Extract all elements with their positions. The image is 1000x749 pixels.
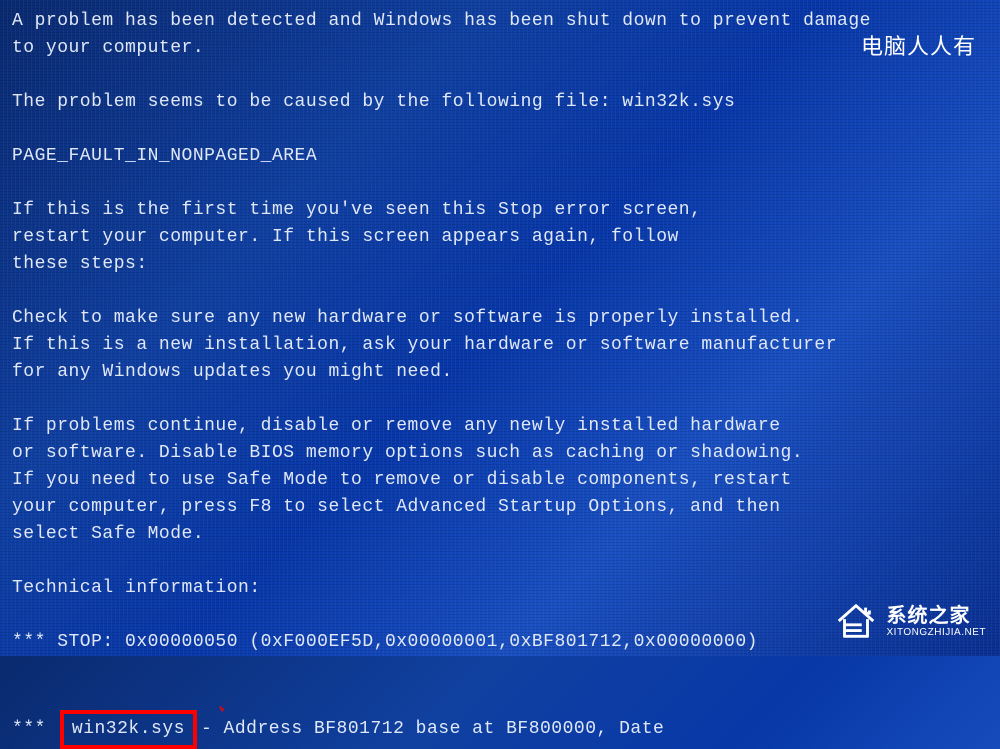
bsod-error-code: PAGE_FAULT_IN_NONPAGED_AREA (12, 143, 988, 170)
watermark-sub: XITONGZHIJIA.NET (887, 627, 987, 638)
bsod-problems-2: or software. Disable BIOS memory options… (12, 440, 988, 467)
bsod-firsttime-3: these steps: (12, 251, 988, 278)
watermark-bottom: 系统之家 XITONGZHIJIA.NET (833, 598, 987, 644)
bsod-problems-4: your computer, press F8 to select Advanc… (12, 494, 988, 521)
bsod-check-3: for any Windows updates you might need. (12, 359, 988, 386)
bsod-check-1: Check to make sure any new hardware or s… (12, 305, 988, 332)
bsod-problems-5: select Safe Mode. (12, 521, 988, 548)
bsod-firsttime-1: If this is the first time you've seen th… (12, 197, 988, 224)
bsod-driver-row: *** win32k.sys - Address BF801712 base a… (12, 710, 988, 749)
driver-file-text: win32k.sys (72, 719, 185, 739)
bsod-header-2: to your computer. (12, 35, 988, 62)
driver-address-text: - Address BF801712 base at BF800000, Dat… (201, 716, 664, 743)
watermark-main: 系统之家 (887, 605, 987, 627)
bsod-problems-3: If you need to use Safe Mode to remove o… (12, 467, 988, 494)
bsod-driver-stars: *** (12, 716, 46, 743)
bsod-firsttime-2: restart your computer. If this screen ap… (12, 224, 988, 251)
highlighted-driver-file: win32k.sys (60, 710, 197, 749)
house-logo-icon (833, 598, 879, 644)
watermark-text-block: 系统之家 XITONGZHIJIA.NET (887, 605, 987, 638)
bsod-check-2: If this is a new installation, ask your … (12, 332, 988, 359)
bsod-cause: The problem seems to be caused by the fo… (12, 89, 988, 116)
bsod-header-1: A problem has been detected and Windows … (12, 8, 988, 35)
watermark-top: 电脑人人有 (861, 30, 976, 63)
arrow-icon (217, 692, 235, 714)
bsod-problems-1: If problems continue, disable or remove … (12, 413, 988, 440)
